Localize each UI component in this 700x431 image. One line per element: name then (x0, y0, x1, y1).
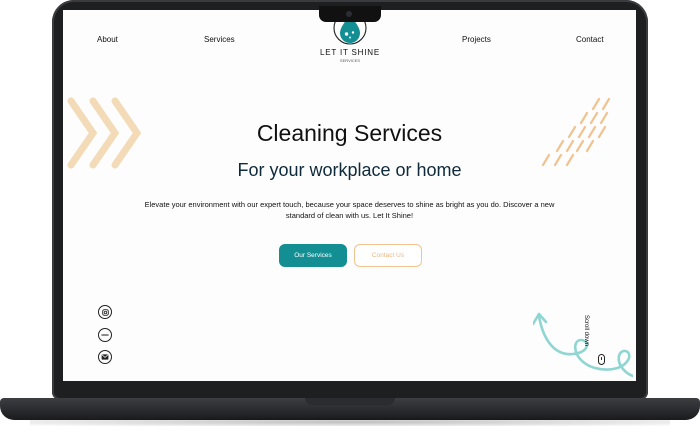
linkedin-icon[interactable] (98, 328, 112, 342)
nav-services-link[interactable]: Services (204, 35, 235, 44)
logo-title: LET IT SHINE (320, 48, 380, 57)
our-services-button[interactable]: Our Services (279, 244, 347, 267)
laptop-shadow (30, 418, 670, 426)
hero-title: Cleaning Services (256, 120, 443, 146)
website-screen: About Services Projects Contact LET IT S… (63, 10, 636, 381)
nav-about-link[interactable]: About (97, 35, 118, 44)
hero-subtitle: For your workplace or home (237, 160, 462, 180)
nav-contact-link[interactable]: Contact (576, 35, 604, 44)
mouse-icon[interactable] (598, 354, 605, 365)
logo-subtitle: SERVICES (339, 58, 361, 63)
camera-icon (346, 11, 352, 17)
scroll-down-label[interactable]: Scroll down (583, 315, 589, 346)
laptop-mockup: About Services Projects Contact LET IT S… (0, 0, 700, 431)
contact-us-button[interactable]: Contact Us (354, 244, 422, 267)
email-icon[interactable] (98, 350, 112, 364)
laptop-hinge (305, 398, 395, 405)
camera-notch (319, 6, 381, 22)
instagram-icon[interactable] (98, 305, 112, 319)
hero-description: Elevate your environment with our expert… (144, 200, 555, 220)
nav-projects-link[interactable]: Projects (462, 35, 491, 44)
